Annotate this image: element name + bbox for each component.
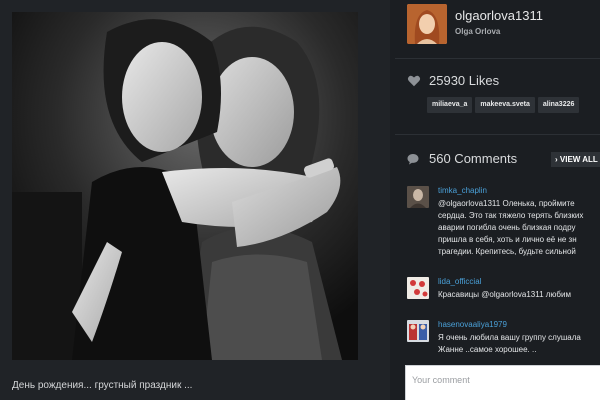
commenter-avatar[interactable] [407, 277, 429, 299]
profile-header[interactable]: olgaorlova1311 Olga Orlova [407, 4, 600, 44]
post-caption: День рождения... грустный праздник ... [12, 380, 193, 391]
comment-icon [407, 154, 419, 165]
comment-text: @olgaorlova1311 Оленька, проймите сердца… [438, 199, 584, 256]
avatar-image [407, 320, 429, 342]
photo-illustration [12, 12, 358, 360]
commenter-username[interactable]: timka_chaplin [438, 186, 487, 195]
divider [395, 134, 600, 135]
comment-text: Красавицы @olgaorlova1311 любим [438, 290, 571, 299]
commenter-username[interactable]: hasenovaaliya1979 [438, 320, 507, 329]
comment-text: Я очень любила вашу группу слушала Жанне… [438, 333, 581, 354]
commenter-avatar[interactable] [407, 320, 429, 342]
comment-box[interactable] [405, 365, 600, 400]
comments-count: 560 Comments [429, 151, 518, 166]
divider [395, 58, 600, 59]
post-media-panel: День рождения... грустный праздник ... [0, 0, 390, 400]
post-sidebar: olgaorlova1311 Olga Orlova 25930 Likes m… [395, 0, 600, 400]
heart-icon[interactable] [407, 74, 421, 88]
likes-count: 25930 Likes [429, 73, 500, 88]
post-photo[interactable] [12, 12, 358, 360]
comments-summary: 560 Comments › VIEW ALL [407, 150, 600, 170]
profile-full-name: Olga Orlova [455, 27, 501, 36]
comment-input[interactable] [406, 366, 600, 394]
profile-username[interactable]: olgaorlova1311 [455, 8, 543, 23]
liker-tag[interactable]: miliaeva_a [427, 97, 473, 113]
comment-item: hasenovaaliya1979 Я очень любила вашу гр… [407, 320, 600, 360]
comment-item: lida_officcial Красавицы @olgaorlova1311… [407, 277, 600, 307]
likers-list: miliaeva_a makeeva.sveta alina3226 [427, 97, 582, 117]
avatar-image [407, 4, 447, 44]
comment-item: timka_chaplin @olgaorlova1311 Оленька, п… [407, 186, 600, 266]
commenter-username[interactable]: lida_officcial [438, 277, 481, 286]
liker-tag[interactable]: alina3226 [537, 97, 580, 113]
avatar-image [407, 277, 429, 299]
liker-tag[interactable]: makeeva.sveta [475, 97, 535, 113]
profile-avatar[interactable] [407, 4, 447, 44]
avatar-image [407, 186, 429, 208]
view-all-comments-button[interactable]: › VIEW ALL [551, 152, 600, 167]
commenter-avatar[interactable] [407, 186, 429, 208]
